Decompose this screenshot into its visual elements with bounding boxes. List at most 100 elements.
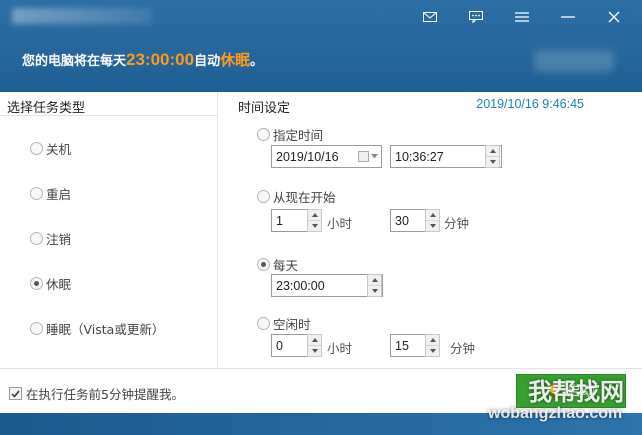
radio-daily[interactable] (257, 258, 270, 271)
spin-up-button[interactable] (426, 210, 439, 220)
option-sleep[interactable]: 睡眠（Vista或更新） (30, 319, 164, 338)
option-shutdown[interactable]: 关机 (30, 139, 71, 158)
start-button[interactable]: 启动 (516, 374, 626, 408)
idle-minutes-unit: 分钟 (450, 341, 476, 356)
arrow-down-icon (311, 224, 318, 228)
radio-shutdown[interactable] (30, 142, 43, 155)
checkmark-icon (11, 390, 20, 398)
from-now-hours-spinner[interactable] (307, 209, 322, 232)
mode-from-now[interactable]: 从现在开始 (257, 187, 336, 206)
option-restart-label: 重启 (46, 187, 72, 202)
status-middle: 自动 (194, 54, 221, 69)
left-divider (0, 115, 218, 116)
option-sleep-label: 睡眠（Vista或更新） (46, 322, 165, 337)
radio-logoff[interactable] (30, 232, 43, 245)
spin-down-button[interactable] (486, 156, 499, 167)
remind-checkbox[interactable] (9, 387, 22, 400)
remind-label: 在执行任务前5分钟提醒我。 (26, 387, 184, 402)
daily-time-value: 23:00:00 (276, 278, 325, 293)
status-prefix: 您的电脑将在每天 (22, 54, 127, 69)
idle-minutes-value: 15 (395, 338, 409, 353)
radio-restart[interactable] (30, 187, 43, 200)
menu-icon (515, 12, 529, 22)
close-icon (608, 11, 620, 23)
daily-time-spinner[interactable] (367, 274, 382, 297)
app-title-blurred (12, 8, 152, 24)
radio-sleep[interactable] (30, 322, 43, 335)
remind-option[interactable]: 在执行任务前5分钟提醒我。 (9, 384, 184, 403)
mode-specified-label: 指定时间 (273, 128, 324, 143)
arrow-up-icon (371, 278, 378, 282)
spin-up-button[interactable] (308, 210, 321, 220)
option-hibernate-label: 休眠 (46, 277, 72, 292)
date-picker-button[interactable] (355, 146, 381, 167)
arrow-down-icon (429, 349, 436, 353)
bottom-divider (0, 368, 642, 369)
arrow-up-icon (311, 213, 318, 217)
current-time: 2019/10/16 9:46:45 (476, 97, 584, 111)
spin-up-button[interactable] (308, 335, 321, 345)
option-logoff-label: 注销 (46, 232, 72, 247)
from-now-minutes-unit: 分钟 (444, 216, 470, 231)
minimize-button[interactable] (548, 6, 588, 28)
app-header: 您的电脑将在每天23:00:00自动休眠。 (0, 0, 642, 92)
mode-daily[interactable]: 每天 (257, 255, 298, 274)
feedback-button[interactable] (456, 6, 496, 28)
arrow-down-icon (489, 160, 496, 164)
from-now-minutes-spinner[interactable] (425, 209, 440, 232)
mode-from-now-label: 从现在开始 (273, 190, 336, 205)
mail-button[interactable] (410, 6, 450, 28)
option-hibernate[interactable]: 休眠 (30, 274, 71, 293)
status-message: 您的电脑将在每天23:00:00自动休眠。 (22, 49, 263, 70)
window-controls (410, 6, 634, 28)
idle-hours-spinner[interactable] (307, 334, 322, 357)
specified-time-spinner[interactable] (485, 145, 500, 168)
specified-time-value: 10:36:27 (395, 149, 444, 164)
arrow-up-icon (489, 149, 496, 153)
idle-minutes-spinner[interactable] (425, 334, 440, 357)
chevron-down-icon (371, 154, 378, 159)
bulb-icon (548, 383, 560, 398)
arrow-up-icon (429, 338, 436, 342)
radio-from-now[interactable] (257, 190, 270, 203)
spin-down-button[interactable] (308, 345, 321, 356)
idle-hours-unit: 小时 (327, 341, 353, 356)
option-shutdown-label: 关机 (46, 142, 72, 157)
close-button[interactable] (594, 6, 634, 28)
arrow-up-icon (429, 213, 436, 217)
spin-down-button[interactable] (426, 345, 439, 356)
spin-up-button[interactable] (368, 275, 381, 285)
spin-down-button[interactable] (368, 285, 381, 296)
arrow-down-icon (429, 224, 436, 228)
arrow-down-icon (311, 349, 318, 353)
start-button-label: 启动 (567, 384, 595, 400)
idle-hours-value: 0 (276, 338, 283, 353)
time-setting-title: 时间设定 (238, 101, 291, 116)
status-mode: 休眠 (220, 51, 251, 69)
specified-date-value: 2019/10/16 (276, 149, 339, 164)
spin-up-button[interactable] (486, 146, 499, 156)
calendar-icon (358, 151, 369, 162)
radio-hibernate[interactable] (30, 277, 43, 290)
arrow-up-icon (311, 338, 318, 342)
mode-specified[interactable]: 指定时间 (257, 125, 323, 144)
menu-button[interactable] (502, 6, 542, 28)
header-blurred-area (534, 50, 614, 72)
arrow-down-icon (371, 289, 378, 293)
option-restart[interactable]: 重启 (30, 184, 71, 203)
mode-daily-label: 每天 (273, 258, 299, 273)
spin-down-button[interactable] (426, 220, 439, 231)
radio-specified[interactable] (257, 128, 270, 141)
spin-down-button[interactable] (308, 220, 321, 231)
mail-icon (423, 12, 437, 22)
status-time: 23:00:00 (126, 50, 195, 69)
option-logoff[interactable]: 注销 (30, 229, 71, 248)
from-now-hours-value: 1 (276, 213, 283, 228)
minimize-icon (561, 16, 575, 18)
mode-idle-label: 空闲时 (273, 317, 311, 332)
chat-icon (469, 11, 483, 23)
mode-idle[interactable]: 空闲时 (257, 314, 311, 333)
radio-idle[interactable] (257, 317, 270, 330)
from-now-hours-unit: 小时 (327, 216, 353, 231)
spin-up-button[interactable] (426, 335, 439, 345)
